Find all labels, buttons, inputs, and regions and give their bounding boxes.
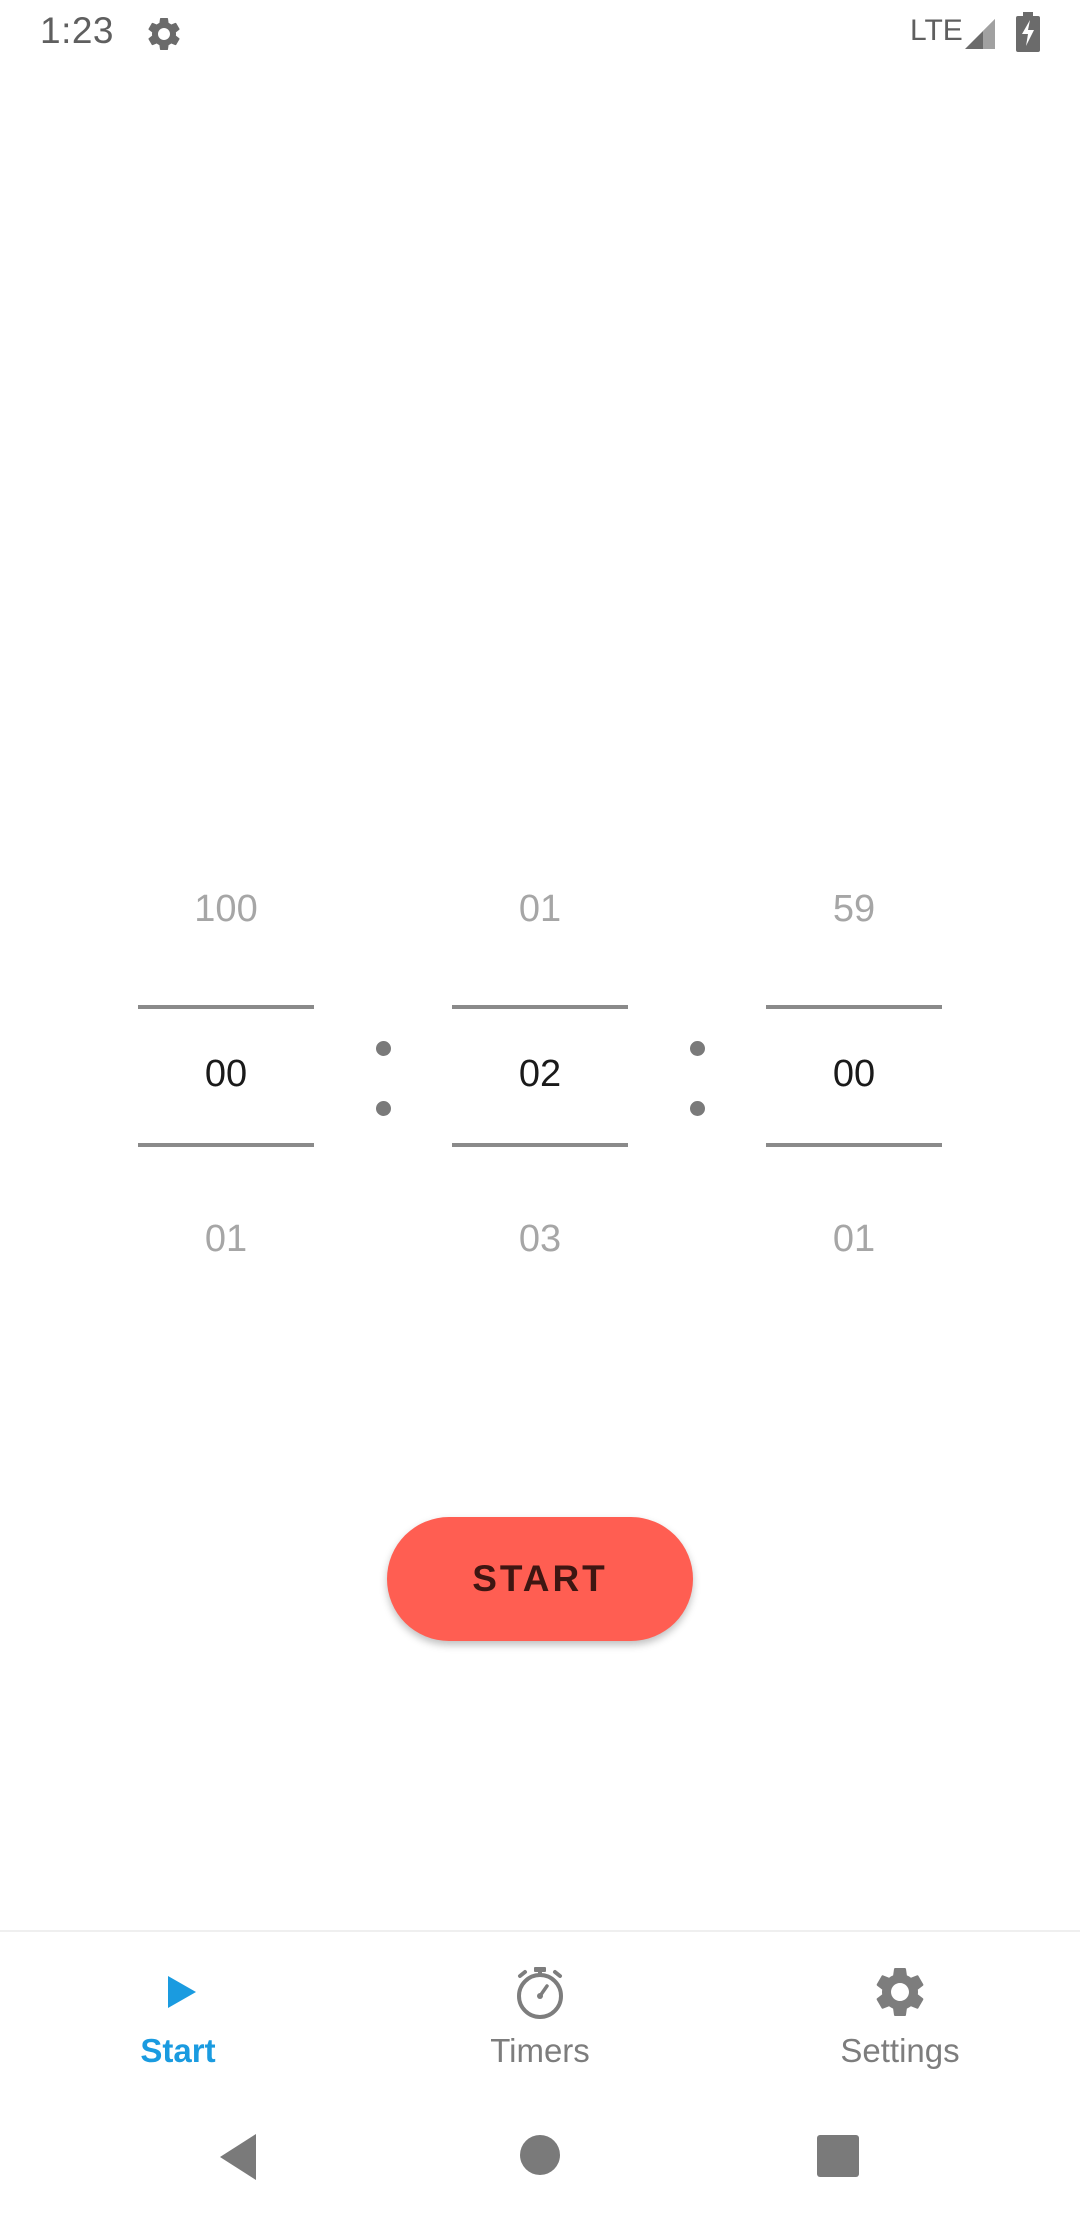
gear-icon: [148, 17, 180, 50]
bottom-navigation: Start Timers Settings: [0, 1930, 1080, 2102]
seconds-top-divider: [766, 1005, 942, 1009]
hours-picker[interactable]: 100 00 01: [138, 870, 314, 1280]
hours-current-value[interactable]: 00: [138, 1053, 314, 1096]
recents-icon[interactable]: [817, 2135, 859, 2177]
nav-item-settings[interactable]: Settings: [720, 1932, 1080, 2102]
minutes-prev-value[interactable]: 01: [452, 888, 628, 931]
network-type: LTE: [910, 14, 963, 47]
nav-label-timers: Timers: [490, 2032, 590, 2069]
signal-icon: [965, 19, 995, 49]
minutes-current-value[interactable]: 02: [452, 1053, 628, 1096]
minutes-top-divider: [452, 1005, 628, 1009]
separator-dot: [690, 1041, 705, 1056]
gear-icon: [876, 1968, 924, 2016]
home-icon[interactable]: [520, 2135, 560, 2175]
minutes-picker[interactable]: 01 02 03: [452, 870, 628, 1280]
seconds-picker[interactable]: 59 00 01: [766, 870, 942, 1280]
status-time: 1:23: [40, 10, 115, 51]
play-icon: [168, 1976, 196, 2008]
separator-dot: [690, 1101, 705, 1116]
seconds-bottom-divider: [766, 1143, 942, 1147]
status-bar: 1:23 LTE: [0, 0, 1080, 66]
minutes-bottom-divider: [452, 1143, 628, 1147]
hours-bottom-divider: [138, 1143, 314, 1147]
hours-prev-value[interactable]: 100: [138, 888, 314, 931]
minutes-next-value[interactable]: 03: [452, 1218, 628, 1261]
hours-next-value[interactable]: 01: [138, 1218, 314, 1261]
battery-charging-icon: [1016, 12, 1040, 52]
back-icon[interactable]: [216, 2132, 260, 2182]
start-button[interactable]: START: [387, 1517, 693, 1641]
nav-item-start[interactable]: Start: [0, 1932, 360, 2102]
seconds-next-value[interactable]: 01: [766, 1218, 942, 1261]
hours-top-divider: [138, 1005, 314, 1009]
nav-item-timers[interactable]: Timers: [360, 1932, 720, 2102]
nav-label-settings: Settings: [840, 2032, 960, 2069]
seconds-current-value[interactable]: 00: [766, 1053, 942, 1096]
stopwatch-icon: [517, 1967, 563, 2019]
nav-label-start: Start: [140, 2032, 216, 2069]
start-button-label: START: [472, 1558, 608, 1599]
separator-dot: [376, 1101, 391, 1116]
seconds-prev-value[interactable]: 59: [766, 888, 942, 931]
timer-screen: 1:23 LTE 100 00 01 01 02 03 59 00 01 STA…: [0, 0, 1080, 2220]
separator-dot: [376, 1041, 391, 1056]
system-navigation-bar: [0, 2100, 1080, 2220]
